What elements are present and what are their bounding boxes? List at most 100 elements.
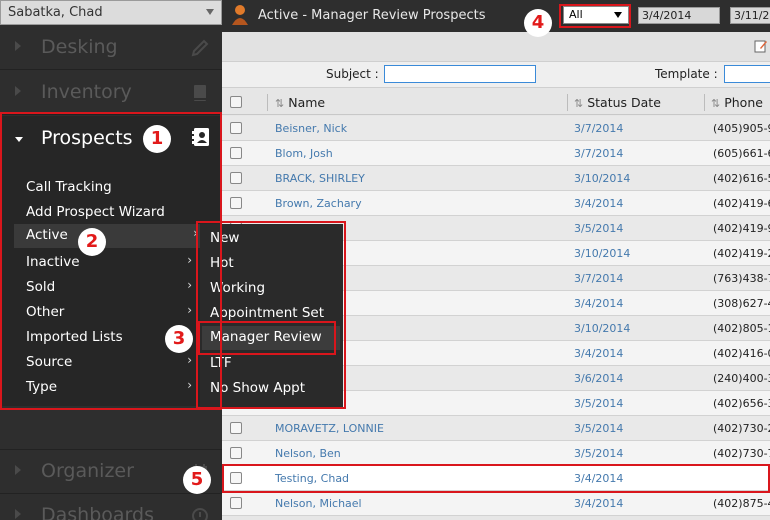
row-phone: (402)730-77 (713, 447, 770, 460)
table-row[interactable]: Blom, Josh 3/7/2014 (605)661-64 (222, 141, 770, 166)
row-phone: (402)419-24 (713, 247, 770, 260)
highlight-prospects-nav (0, 112, 222, 410)
row-status-date: 3/7/2014 (574, 122, 624, 135)
row-status-date: 3/4/2014 (574, 497, 624, 510)
row-phone: (402)616-51 (713, 172, 770, 185)
subject-label: Subject : (326, 67, 379, 81)
template-label: Template : (655, 67, 718, 81)
row-name-link[interactable]: Nelson, Michael (275, 497, 362, 510)
nav-label-desking: Desking (41, 36, 118, 58)
table-row[interactable]: Nelson, Ben 3/5/2014 (402)730-77 (222, 441, 770, 466)
end-date-input[interactable]: 3/11/201 (730, 7, 770, 24)
search-bar: Subject : Template : (222, 62, 770, 88)
highlight-manager-review (198, 321, 336, 355)
row-phone: (405)905-97 (713, 122, 770, 135)
user-select[interactable]: Sabatka, Chad (0, 0, 222, 25)
row-phone: (402)656-33 (713, 397, 770, 410)
row-status-date: 3/10/2014 (574, 322, 631, 335)
row-name-link[interactable]: Beisner, Nick (275, 122, 347, 135)
row-phone: (308)627-43 (713, 297, 770, 310)
chevron-right-icon (15, 41, 21, 51)
pencil-icon (191, 39, 209, 57)
row-status-date: 3/7/2014 (574, 147, 624, 160)
column-label: Status Date (587, 95, 661, 110)
highlight-filter-select (559, 4, 631, 28)
top-bar: Active - Manager Review Prospects All 3/… (222, 0, 770, 32)
row-status-date: 3/5/2014 (574, 397, 624, 410)
row-name-link[interactable]: MORAVETZ, LONNIE (275, 422, 384, 435)
row-status-date: 3/4/2014 (574, 297, 624, 310)
column-header-name[interactable]: ⇅ Name (275, 95, 325, 110)
column-header-status-date[interactable]: ⇅ Status Date (574, 95, 661, 110)
highlight-submenu (196, 221, 346, 409)
column-divider (567, 94, 568, 111)
edit-note-icon[interactable] (754, 39, 768, 53)
row-phone: (402)805-11 (713, 322, 770, 335)
row-checkbox[interactable] (230, 147, 242, 159)
row-name-link[interactable]: Blom, Josh (275, 147, 333, 160)
sort-icon: ⇅ (711, 97, 721, 110)
row-status-date: 3/7/2014 (574, 272, 624, 285)
grid-header: ⇅ Name ⇅ Status Date ⇅ Phone (222, 90, 770, 115)
row-checkbox[interactable] (230, 197, 242, 209)
row-checkbox[interactable] (230, 122, 242, 134)
table-row[interactable]: Brown, Zachary 3/4/2014 (402)419-63 (222, 191, 770, 216)
nav-section-inventory[interactable]: Inventory (0, 71, 222, 115)
template-input[interactable] (724, 65, 770, 83)
toolbar (222, 32, 770, 62)
column-header-phone[interactable]: ⇅ Phone (711, 95, 763, 110)
row-status-date: 3/6/2014 (574, 372, 624, 385)
chevron-right-icon (15, 86, 21, 96)
row-name-link[interactable]: BRACK, SHIRLEY (275, 172, 365, 185)
step-badge-1: 1 (143, 125, 171, 153)
chevron-right-icon (15, 465, 21, 475)
step-badge-3: 3 (165, 325, 193, 353)
column-label: Name (288, 95, 326, 110)
row-status-date: 3/10/2014 (574, 172, 631, 185)
column-divider (267, 94, 268, 111)
column-divider (704, 94, 705, 111)
book-icon (194, 85, 206, 101)
row-status-date: 3/10/2014 (574, 247, 631, 260)
row-checkbox[interactable] (230, 172, 242, 184)
row-phone: (402)730-25 (713, 422, 770, 435)
nav-section-desking[interactable]: Desking (0, 26, 222, 70)
row-checkbox[interactable] (230, 497, 242, 509)
row-checkbox[interactable] (230, 447, 242, 459)
person-icon (232, 5, 248, 25)
nav-section-dashboards[interactable]: Dashboards (0, 493, 222, 520)
row-phone: (402)419-93 (713, 222, 770, 235)
row-name-link[interactable]: Nelson, Ben (275, 447, 341, 460)
select-all-checkbox[interactable] (230, 96, 242, 108)
row-name-link[interactable]: Brown, Zachary (275, 197, 362, 210)
row-status-date: 3/5/2014 (574, 447, 624, 460)
sort-icon: ⇅ (574, 97, 584, 110)
user-name: Sabatka, Chad (8, 5, 103, 20)
highlight-testing-row (222, 464, 770, 493)
subject-input[interactable] (384, 65, 536, 83)
row-phone: (605)661-64 (713, 147, 770, 160)
row-checkbox[interactable] (230, 422, 242, 434)
row-status-date: 3/4/2014 (574, 347, 624, 360)
chevron-down-icon (206, 9, 214, 15)
nav-label-dashboards: Dashboards (41, 504, 154, 520)
column-label: Phone (724, 95, 763, 110)
sort-icon: ⇅ (275, 97, 285, 110)
table-row[interactable]: Nelson, Michael 3/4/2014 (402)875-40 (222, 491, 770, 516)
table-row[interactable]: MORAVETZ, LONNIE 3/5/2014 (402)730-25 (222, 416, 770, 441)
step-badge-4: 4 (524, 9, 552, 37)
step-badge-5: 5 (183, 466, 211, 494)
table-row[interactable]: Beisner, Nick 3/7/2014 (405)905-97 (222, 116, 770, 141)
chevron-right-icon (15, 509, 21, 519)
gauge-icon (192, 508, 208, 520)
nav-label-inventory: Inventory (41, 81, 132, 103)
table-row[interactable]: BRACK, SHIRLEY 3/10/2014 (402)616-51 (222, 166, 770, 191)
row-status-date: 3/4/2014 (574, 197, 624, 210)
row-status-date: 3/5/2014 (574, 422, 624, 435)
row-status-date: 3/5/2014 (574, 222, 624, 235)
row-phone: (763)438-76 (713, 272, 770, 285)
row-phone: (240)400-31 (713, 372, 770, 385)
row-phone: (402)875-40 (713, 497, 770, 510)
start-date-input[interactable]: 3/4/2014 (638, 7, 720, 24)
row-phone: (402)416-08 (713, 347, 770, 360)
